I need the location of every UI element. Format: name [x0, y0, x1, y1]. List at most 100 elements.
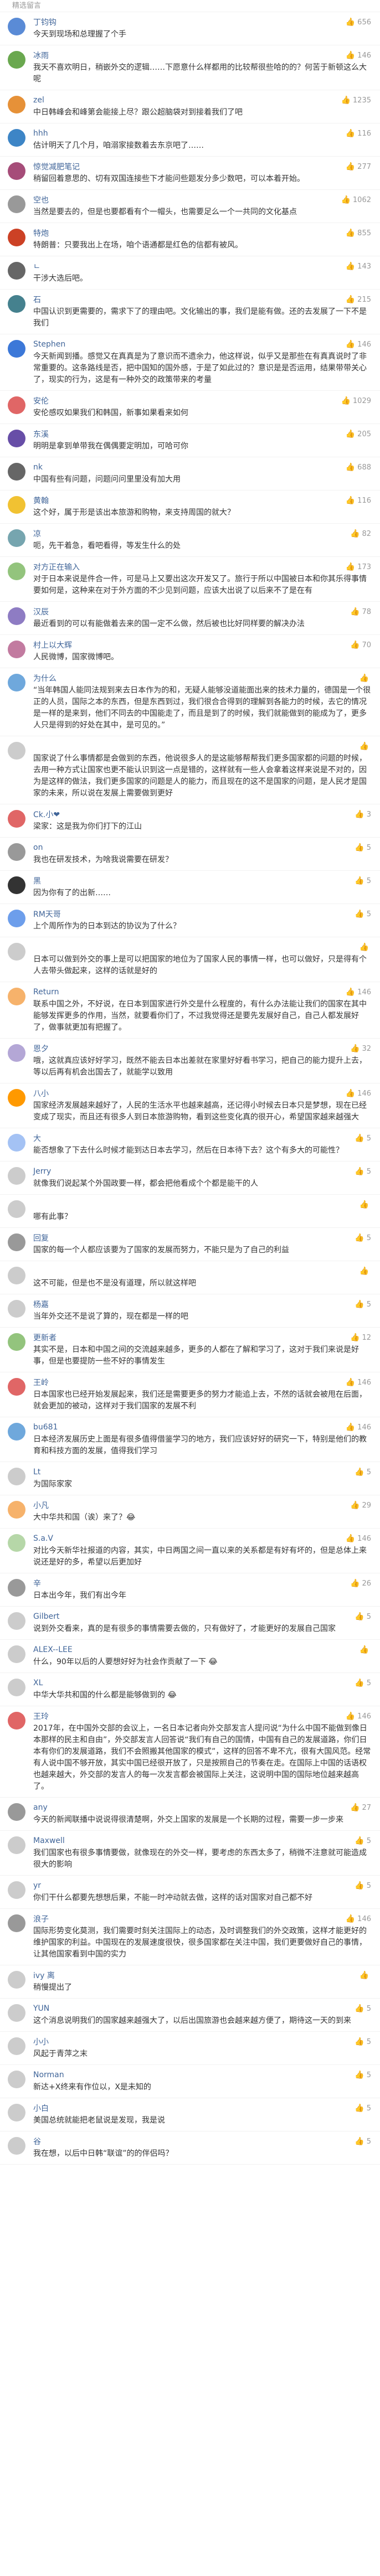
like-button[interactable]: 👍 5: [355, 1468, 371, 1477]
avatar[interactable]: [8, 129, 25, 147]
commenter-name[interactable]: Gilbert: [33, 1612, 59, 1621]
like-button[interactable]: 👍 146: [346, 1914, 371, 1923]
commenter-name[interactable]: 汉辰: [33, 606, 49, 617]
commenter-name[interactable]: 村上以大辉: [33, 639, 72, 651]
avatar[interactable]: [8, 2004, 25, 2022]
commenter-name[interactable]: 辛: [33, 1578, 41, 1589]
like-button[interactable]: 👍 78: [350, 607, 371, 616]
avatar[interactable]: [8, 51, 25, 69]
like-button[interactable]: 👍 146: [346, 1534, 371, 1543]
commenter-name[interactable]: 八小: [33, 1088, 49, 1099]
commenter-name[interactable]: 空也: [33, 194, 49, 205]
commenter-name[interactable]: 丁钧钩: [33, 17, 57, 28]
avatar[interactable]: [8, 1971, 25, 1989]
like-button[interactable]: 👍 688: [346, 463, 371, 472]
avatar[interactable]: [8, 910, 25, 927]
like-button[interactable]: 👍: [360, 1971, 371, 1980]
like-button[interactable]: 👍 146: [346, 988, 371, 997]
avatar[interactable]: [8, 674, 25, 691]
like-button[interactable]: 👍 5: [355, 1233, 371, 1242]
commenter-name[interactable]: YUN: [33, 2004, 49, 2013]
avatar[interactable]: [8, 2037, 25, 2055]
commenter-name[interactable]: 王玲: [33, 1711, 49, 1722]
like-button[interactable]: 👍 1235: [341, 96, 371, 105]
like-button[interactable]: 👍 855: [346, 229, 371, 238]
like-button[interactable]: 👍 143: [346, 262, 371, 271]
commenter-name[interactable]: 更新者: [33, 1332, 57, 1343]
commenter-name[interactable]: 浪子: [33, 1913, 49, 1924]
like-button[interactable]: 👍 5: [355, 1836, 371, 1845]
commenter-name[interactable]: 东溪: [33, 429, 49, 440]
commenter-name[interactable]: Maxwell: [33, 1836, 65, 1845]
like-button[interactable]: 👍 1062: [341, 195, 371, 204]
like-button[interactable]: 👍: [360, 742, 371, 751]
like-button[interactable]: 👍 116: [346, 496, 371, 505]
like-button[interactable]: 👍 5: [355, 1134, 371, 1143]
avatar[interactable]: [8, 195, 25, 213]
avatar[interactable]: [8, 1803, 25, 1821]
avatar[interactable]: [8, 810, 25, 828]
like-button[interactable]: 👍 215: [346, 295, 371, 304]
commenter-name[interactable]: zel: [33, 96, 44, 105]
like-button[interactable]: 👍 5: [355, 2037, 371, 2046]
avatar[interactable]: [8, 96, 25, 113]
commenter-name[interactable]: 特炮: [33, 228, 49, 239]
avatar[interactable]: [8, 1300, 25, 1318]
commenter-name[interactable]: S.a.V: [33, 1534, 53, 1543]
avatar[interactable]: [8, 1134, 25, 1152]
commenter-name[interactable]: hhh: [33, 129, 48, 138]
commenter-name[interactable]: 冰雨: [33, 50, 49, 61]
avatar[interactable]: [8, 262, 25, 280]
avatar[interactable]: [8, 1468, 25, 1485]
commenter-name[interactable]: 大: [33, 1133, 41, 1144]
commenter-name[interactable]: 小凡: [33, 1500, 49, 1511]
like-button[interactable]: 👍 1029: [341, 396, 371, 405]
like-button[interactable]: 👍 5: [355, 2071, 371, 2079]
commenter-name[interactable]: ㄴ: [33, 261, 40, 272]
commenter-name[interactable]: Ck.小❤: [33, 809, 60, 820]
avatar[interactable]: [8, 1534, 25, 1552]
like-button[interactable]: 👍 5: [355, 2137, 371, 2146]
like-button[interactable]: 👍 116: [346, 129, 371, 138]
like-button[interactable]: 👍 5: [355, 876, 371, 885]
avatar[interactable]: [8, 1712, 25, 1730]
like-button[interactable]: 👍 26: [350, 1579, 371, 1588]
avatar[interactable]: [8, 162, 25, 180]
like-button[interactable]: 👍 5: [355, 843, 371, 852]
avatar[interactable]: [8, 496, 25, 514]
avatar[interactable]: [8, 1333, 25, 1351]
avatar[interactable]: [8, 295, 25, 313]
avatar[interactable]: [8, 1679, 25, 1696]
commenter-name[interactable]: 为什么: [33, 673, 57, 684]
like-button[interactable]: 👍 146: [346, 1089, 371, 1098]
commenter-name[interactable]: 恩夕: [33, 1043, 49, 1054]
like-button[interactable]: 👍: [360, 674, 371, 683]
commenter-name[interactable]: 杨嘉: [33, 1299, 49, 1310]
avatar[interactable]: [8, 2137, 25, 2155]
like-button[interactable]: 👍 146: [346, 51, 371, 60]
like-button[interactable]: 👍 205: [346, 430, 371, 438]
like-button[interactable]: 👍 82: [350, 529, 371, 538]
commenter-name[interactable]: Norman: [33, 2071, 64, 2079]
commenter-name[interactable]: 回复: [33, 1232, 49, 1243]
commenter-name[interactable]: 王岭: [33, 1377, 49, 1388]
commenter-name[interactable]: nk: [33, 463, 43, 472]
avatar[interactable]: [8, 229, 25, 246]
avatar[interactable]: [8, 396, 25, 414]
avatar[interactable]: [8, 988, 25, 1005]
commenter-name[interactable]: 黄翰: [33, 495, 49, 506]
like-button[interactable]: 👍 12: [350, 1333, 371, 1342]
commenter-name[interactable]: 惊觉减肥笔记: [33, 161, 80, 172]
like-button[interactable]: 👍 5: [355, 2004, 371, 2013]
like-button[interactable]: 👍 5: [355, 1679, 371, 1687]
commenter-name[interactable]: yr: [33, 1881, 41, 1890]
avatar[interactable]: [8, 430, 25, 447]
like-button[interactable]: 👍: [360, 1645, 371, 1654]
like-button[interactable]: 👍: [360, 943, 371, 952]
avatar[interactable]: [8, 1378, 25, 1396]
commenter-name[interactable]: bu681: [33, 1423, 58, 1432]
avatar[interactable]: [8, 1423, 25, 1441]
avatar[interactable]: [8, 1836, 25, 1854]
commenter-name[interactable]: 对方正在输入: [33, 561, 80, 572]
avatar[interactable]: [8, 943, 25, 961]
